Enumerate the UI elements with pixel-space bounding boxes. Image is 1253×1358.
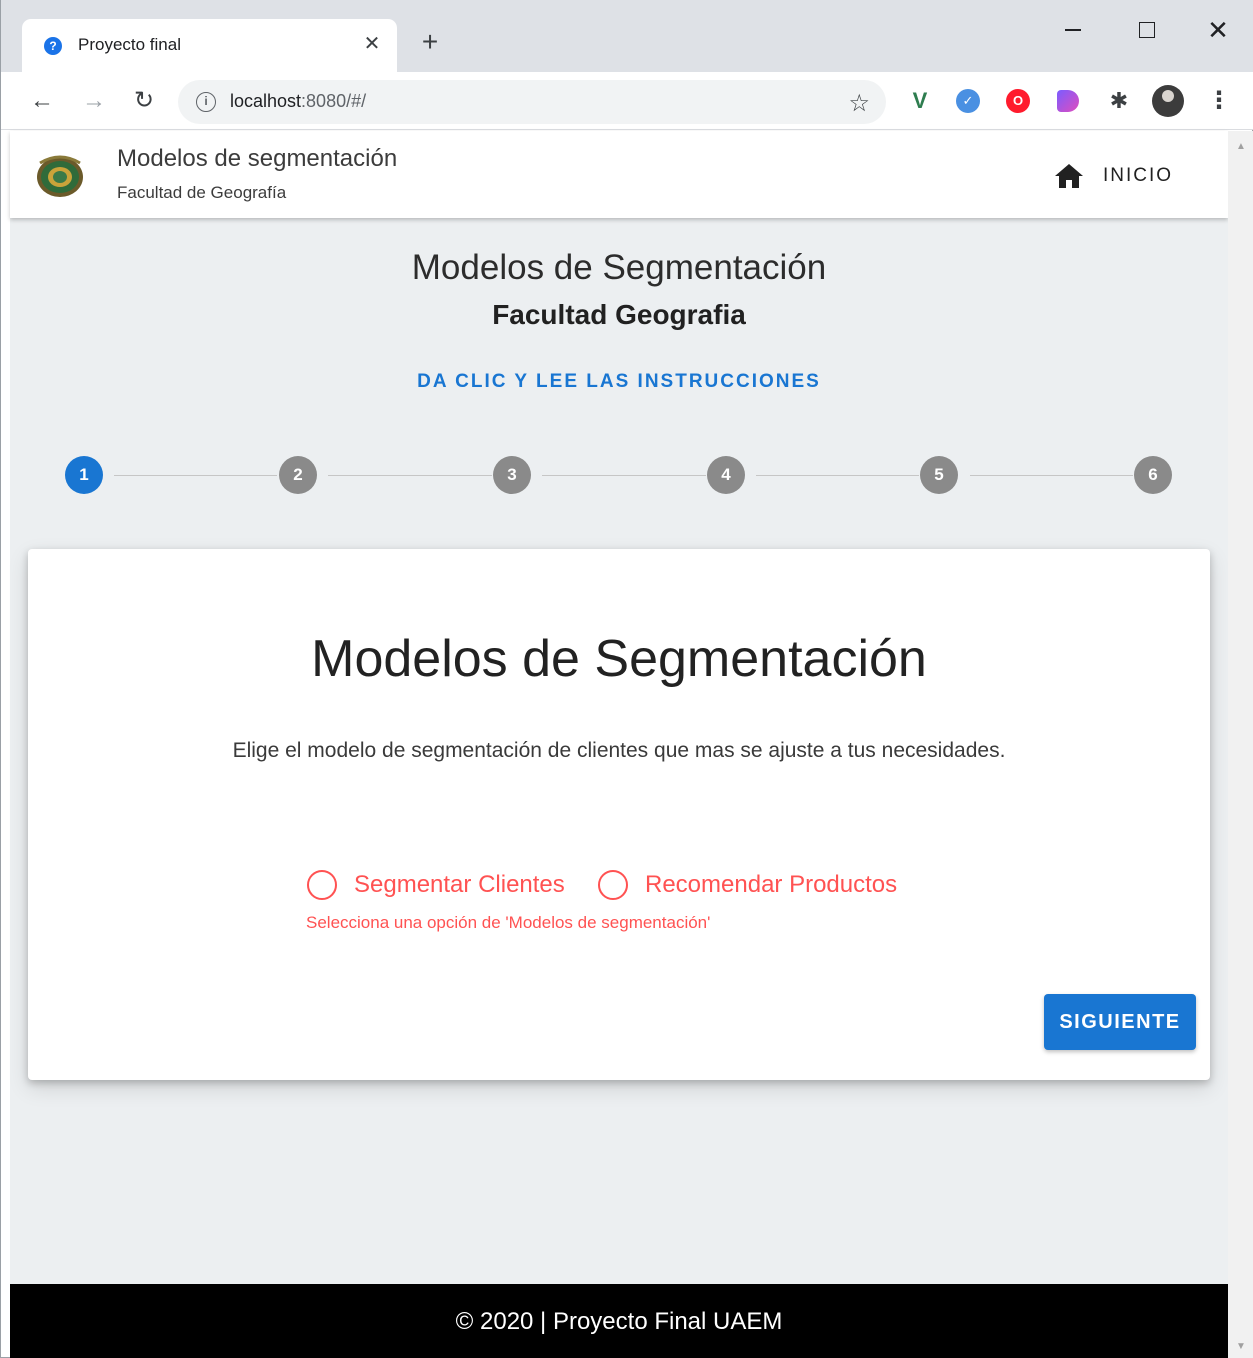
footer: © 2020 | Proyecto Final UAEM [10, 1284, 1228, 1358]
app-bar: Modelos de segmentación Facultad de Geog… [10, 131, 1228, 218]
app-title: Modelos de segmentación [117, 145, 398, 172]
validation-error: Selecciona una opción de 'Modelos de seg… [306, 913, 711, 932]
home-label: INICIO [1103, 165, 1174, 186]
model-radio-group: Segmentar Clientes Recomendar Productos [307, 865, 947, 905]
card-description: Elige el modelo de segmentación de clien… [232, 739, 1006, 762]
home-icon [1055, 164, 1083, 188]
step-5[interactable]: 5 [920, 456, 958, 494]
close-window-button[interactable]: ✕ [1198, 12, 1238, 48]
radio-unchecked-icon[interactable] [598, 870, 628, 900]
reload-icon[interactable]: ↻ [127, 84, 161, 118]
uaem-logo-icon [37, 155, 83, 197]
browser-tab[interactable]: ? Proyecto final ✕ [22, 19, 397, 72]
browser-window: ? Proyecto final ✕ + ✕ ← → ↻ i localhost… [0, 0, 1253, 1358]
tab-strip: ? Proyecto final ✕ + ✕ [1, 0, 1253, 72]
question-favicon-icon: ? [44, 37, 62, 55]
minimize-window-button[interactable] [1053, 12, 1093, 48]
vue-devtools-icon[interactable]: V [906, 87, 934, 115]
step-connector [970, 475, 1133, 476]
radio-segmentar-clientes[interactable]: Segmentar Clientes [307, 865, 577, 905]
step-connector [542, 475, 706, 476]
forward-arrow-icon[interactable]: → [77, 84, 111, 118]
opera-adblock-icon[interactable]: O [1006, 89, 1030, 113]
step-4[interactable]: 4 [707, 456, 745, 494]
maximize-window-button[interactable] [1127, 12, 1167, 48]
close-tab-icon[interactable]: ✕ [359, 31, 385, 57]
app-viewport: Modelos de segmentación Facultad de Geog… [10, 131, 1228, 1358]
scroll-up-arrow-icon[interactable]: ▲ [1236, 141, 1246, 152]
step-connector [328, 475, 492, 476]
step-6[interactable]: 6 [1134, 456, 1172, 494]
page-title: Modelos de Segmentación [411, 248, 827, 287]
next-button[interactable]: SIGUIENTE [1044, 994, 1196, 1050]
step-1[interactable]: 1 [65, 456, 103, 494]
footer-text: © 2020 | Proyecto Final UAEM [455, 1308, 783, 1335]
purple-extension-icon[interactable] [1057, 90, 1079, 112]
radio-label[interactable]: Recomendar Productos [645, 871, 897, 899]
step-3[interactable]: 3 [493, 456, 531, 494]
site-info-icon[interactable]: i [196, 92, 216, 112]
radio-label[interactable]: Segmentar Clientes [354, 871, 565, 899]
step-card: Modelos de Segmentación Elige el modelo … [28, 549, 1210, 1080]
minimize-icon [1065, 29, 1081, 31]
url-path: :8080/#/ [301, 91, 367, 111]
puzzle-extensions-icon[interactable]: ✱ [1105, 87, 1133, 115]
home-button[interactable]: INICIO [1046, 153, 1186, 197]
new-tab-icon[interactable]: + [415, 27, 445, 57]
tab-title: Proyecto final [78, 35, 181, 54]
bookmark-star-icon[interactable]: ☆ [848, 89, 870, 118]
step-connector [756, 475, 919, 476]
card-title: Modelos de Segmentación [311, 630, 927, 688]
instructions-link[interactable]: DA CLIC Y LEE LAS INSTRUCCIONES [10, 371, 1228, 393]
address-bar[interactable]: i localhost:8080/#/ ☆ [178, 80, 886, 124]
stepper: 1 2 3 4 5 6 [10, 451, 1228, 501]
blue-extension-icon[interactable]: ✓ [956, 89, 980, 113]
step-connector [114, 475, 277, 476]
radio-recomendar-productos[interactable]: Recomendar Productos [598, 865, 938, 905]
scroll-down-arrow-icon[interactable]: ▼ [1236, 1341, 1246, 1352]
page-subtitle: Facultad Geografia [492, 299, 746, 330]
back-arrow-icon[interactable]: ← [25, 84, 59, 118]
step-2[interactable]: 2 [279, 456, 317, 494]
url-host: localhost [230, 91, 302, 111]
radio-unchecked-icon[interactable] [307, 870, 337, 900]
maximize-icon [1139, 22, 1155, 38]
browser-toolbar: ← → ↻ i localhost:8080/#/ ☆ V ✓ O ✱ ⋮ [1, 72, 1253, 130]
app-subtitle: Facultad de Geografía [117, 183, 287, 202]
profile-avatar[interactable] [1152, 85, 1184, 117]
url-text[interactable]: localhost:8080/#/ [230, 91, 366, 112]
vertical-scrollbar[interactable]: ▲ ▼ [1228, 131, 1253, 1358]
kebab-menu-icon[interactable]: ⋮ [1207, 84, 1231, 118]
